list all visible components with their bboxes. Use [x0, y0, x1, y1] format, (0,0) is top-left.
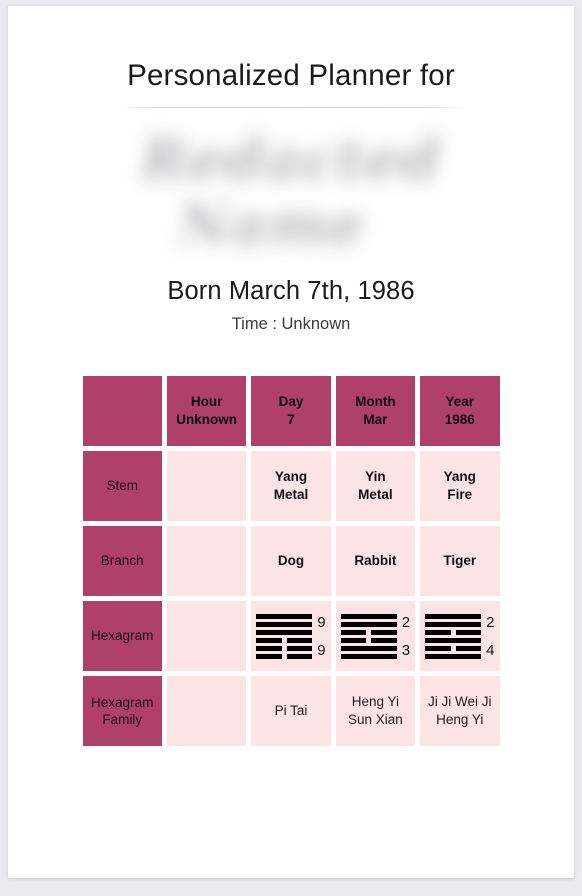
branch-month-cell: Rabbit: [335, 526, 416, 597]
column-header-year: Year 1986: [420, 376, 500, 447]
hexagram-year-numbers: 2 4: [485, 611, 494, 661]
hexagram-solid-line: [340, 645, 397, 651]
hexagram-solid-line: [425, 637, 482, 643]
hexagram-day-number-top: 9: [317, 613, 326, 631]
hexagram-day-glyph-group: 9 9: [255, 611, 326, 661]
family-hour-cell: [166, 676, 247, 747]
hexagram-year-glyph-group: 2 4: [424, 611, 495, 661]
stem-month-cell: Yin Metal: [335, 451, 416, 522]
planner-document-card: Personalized Planner for Redacted Name B…: [8, 6, 574, 878]
hexagram-broken-line: [425, 629, 482, 635]
row-label-hexagram-family-line1: Hexagram: [91, 694, 154, 710]
hexagram-day-icon: [256, 613, 313, 659]
branch-day-cell: Dog: [251, 526, 331, 597]
hexagram-broken-line: [340, 629, 397, 635]
column-header-day-value: 7: [287, 412, 295, 428]
row-label-hexagram-family-line2: Family: [102, 712, 143, 728]
column-header-month: Month Mar: [335, 376, 416, 447]
family-year-cell: Ji Ji Wei Ji Heng Yi: [420, 676, 500, 747]
birth-time-text: Time : Unknown: [231, 315, 351, 334]
hexagram-month-cell: 2 3: [335, 601, 416, 672]
hexagram-broken-line: [340, 637, 397, 643]
page-backdrop: Personalized Planner for Redacted Name B…: [0, 0, 582, 896]
stem-year-cell: Yang Fire: [420, 451, 500, 522]
hexagram-solid-line: [340, 653, 397, 659]
column-header-year-value: 1986: [444, 412, 475, 428]
row-label-branch: Branch: [82, 526, 162, 597]
row-label-stem: Stem: [82, 451, 162, 522]
birth-date-text: Born March 7th, 1986: [167, 277, 415, 306]
stem-month-line2: Metal: [358, 487, 393, 503]
hexagram-month-icon: [340, 613, 397, 659]
hexagram-year-number-bottom: 4: [486, 641, 495, 659]
hexagram-solid-line: [425, 653, 482, 659]
branch-month-line1: Rabbit: [354, 553, 397, 569]
row-label-hexagram-family: Hexagram Family: [82, 676, 162, 747]
table-row-branch: Branch Dog Rabbit Tiger: [82, 526, 500, 597]
stem-day-line2: Metal: [273, 487, 309, 503]
document-header: Personalized Planner for Redacted Name B…: [8, 6, 574, 334]
hexagram-solid-line: [340, 613, 397, 619]
hexagram-month-glyph-group: 2 3: [340, 611, 411, 661]
hexagram-year-cell: 2 4: [420, 601, 500, 672]
hexagram-solid-line: [425, 613, 482, 619]
hexagram-solid-line: [425, 621, 482, 627]
hexagram-day-cell: 9 9: [251, 601, 331, 672]
hexagram-solid-line: [256, 621, 313, 627]
table-row-stem: Stem Yang Metal Yin Metal Yang Fire: [82, 451, 500, 522]
column-header-hour: Hour Unknown: [166, 376, 247, 447]
table-corner-cell: [82, 376, 162, 447]
client-name-redacted: Redacted Name: [8, 110, 574, 275]
column-header-hour-value: Unknown: [176, 412, 237, 428]
hexagram-day-number-bottom: 9: [317, 641, 326, 659]
column-header-month-label: Month: [355, 393, 396, 409]
client-name-line-1: Redacted: [140, 127, 442, 194]
hexagram-month-number-top: 2: [401, 613, 411, 631]
hexagram-month-numbers: 2 3: [401, 611, 410, 661]
hexagram-broken-line: [256, 645, 313, 651]
family-year-line2: Heng Yi: [436, 712, 484, 728]
column-header-day-label: Day: [278, 393, 304, 409]
hexagram-solid-line: [340, 621, 397, 627]
stem-year-line2: Fire: [447, 487, 473, 503]
stem-day-cell: Yang Metal: [251, 451, 331, 522]
stem-month-line1: Yin: [365, 468, 386, 484]
family-day-cell: Pi Tai: [251, 676, 331, 747]
hexagram-broken-line: [425, 645, 482, 651]
stem-day-line1: Yang: [274, 468, 308, 484]
hexagram-solid-line: [256, 613, 313, 619]
table-row-hexagram: Hexagram 9 9 2 3 2 4: [82, 601, 500, 672]
table-header-row: Hour Unknown Day 7 Month Mar Year 1986: [82, 376, 500, 447]
column-header-day: Day 7: [251, 376, 331, 447]
title-divider: [118, 107, 464, 109]
family-month-cell: Heng Yi Sun Xian: [335, 676, 416, 747]
client-name-line-2: Name: [178, 191, 366, 258]
branch-day-line1: Dog: [277, 553, 305, 569]
row-label-hexagram: Hexagram: [82, 601, 162, 672]
family-day-line1: Pi Tai: [274, 703, 308, 719]
hexagram-solid-line: [256, 629, 313, 635]
column-header-year-label: Year: [445, 393, 475, 409]
stem-year-line1: Yang: [443, 468, 476, 484]
hexagram-year-icon: [425, 613, 482, 659]
branch-year-line1: Tiger: [443, 553, 477, 569]
hexagram-year-number-top: 2: [486, 613, 495, 631]
branch-year-cell: Tiger: [420, 526, 500, 597]
column-header-month-value: Mar: [363, 412, 388, 428]
column-header-hour-label: Hour: [190, 393, 223, 409]
bazi-chart-table: Hour Unknown Day 7 Month Mar Year 1986 S…: [78, 371, 505, 751]
family-year-line1: Ji Ji Wei Ji: [428, 693, 492, 709]
table-row-hexagram-family: Hexagram Family Pi Tai Heng Yi Sun Xian: [82, 676, 500, 747]
hexagram-hour-cell: [166, 601, 247, 672]
hexagram-day-numbers: 9 9: [316, 611, 325, 661]
stem-hour-cell: [166, 451, 247, 522]
family-month-line2: Sun Xian: [347, 712, 403, 728]
hexagram-broken-line: [256, 637, 313, 643]
page-title: Personalized Planner for: [127, 59, 455, 92]
family-month-line1: Heng Yi: [351, 693, 400, 709]
hexagram-broken-line: [256, 653, 313, 659]
branch-hour-cell: [166, 526, 247, 597]
hexagram-month-number-bottom: 3: [401, 641, 411, 659]
